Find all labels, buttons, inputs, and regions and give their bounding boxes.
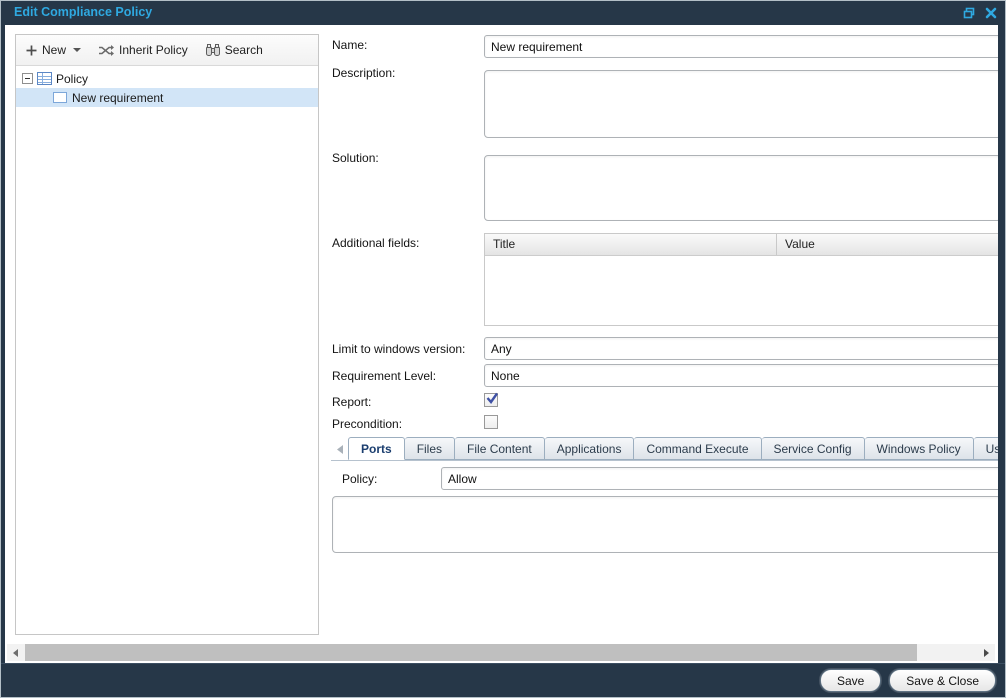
scrollbar-thumb[interactable] bbox=[25, 644, 917, 661]
arrow-right-icon[interactable] bbox=[978, 644, 995, 661]
name-label: Name: bbox=[332, 38, 367, 52]
tab-service-config[interactable]: Service Config bbox=[762, 437, 865, 460]
name-input[interactable] bbox=[484, 35, 998, 58]
ports-entries-textarea[interactable] bbox=[332, 496, 998, 553]
collapse-icon[interactable] bbox=[22, 73, 33, 84]
requirement-tab-strip: Ports Files File Content Applications Co… bbox=[331, 437, 998, 461]
inherit-policy-button[interactable]: Inherit Policy bbox=[97, 40, 190, 60]
tree-node-policy-label: Policy bbox=[56, 72, 88, 86]
report-label: Report: bbox=[332, 395, 371, 409]
report-checkbox[interactable] bbox=[484, 393, 498, 407]
shuffle-icon bbox=[99, 45, 114, 56]
additional-fields-body[interactable] bbox=[485, 256, 998, 325]
chevron-down-icon bbox=[73, 48, 81, 52]
tab-windows-policy[interactable]: Windows Policy bbox=[865, 437, 974, 460]
policy-tree: Policy New requirement bbox=[16, 66, 318, 107]
tree-node-new-requirement[interactable]: New requirement bbox=[16, 88, 318, 107]
restore-icon[interactable] bbox=[962, 6, 975, 19]
tab-files[interactable]: Files bbox=[405, 437, 455, 460]
tab-ports[interactable]: Ports bbox=[348, 437, 405, 460]
tree-node-new-requirement-label: New requirement bbox=[72, 91, 163, 105]
precondition-checkbox[interactable] bbox=[484, 415, 498, 429]
description-label: Description: bbox=[332, 66, 395, 80]
tree-node-policy[interactable]: Policy bbox=[16, 69, 318, 88]
table-icon bbox=[37, 72, 52, 85]
close-icon[interactable] bbox=[984, 6, 997, 19]
precondition-label: Precondition: bbox=[332, 417, 402, 431]
dialog-content: New Inherit Policy Search Policy bbox=[5, 25, 998, 663]
search-button-label: Search bbox=[225, 43, 263, 57]
new-button[interactable]: New bbox=[24, 40, 83, 60]
arrow-left-icon[interactable] bbox=[7, 644, 24, 661]
tab-user-right-constraint[interactable]: User Right Constraint bbox=[974, 437, 998, 460]
column-header-value[interactable]: Value bbox=[777, 234, 998, 255]
additional-fields-label: Additional fields: bbox=[332, 236, 419, 250]
requirement-tree-panel: New Inherit Policy Search Policy bbox=[15, 34, 319, 635]
horizontal-scrollbar[interactable] bbox=[7, 644, 995, 661]
edit-compliance-policy-dialog: Edit Compliance Policy New Inherit Poli bbox=[0, 0, 1006, 698]
additional-fields-table[interactable]: Title Value bbox=[484, 233, 998, 326]
inherit-policy-label: Inherit Policy bbox=[119, 43, 188, 57]
windows-version-combo[interactable] bbox=[484, 337, 998, 360]
dialog-title: Edit Compliance Policy bbox=[14, 5, 152, 19]
column-header-title[interactable]: Title bbox=[485, 234, 777, 255]
search-button[interactable]: Search bbox=[204, 40, 265, 60]
tab-applications[interactable]: Applications bbox=[545, 437, 635, 460]
policy-label: Policy: bbox=[342, 472, 377, 486]
description-textarea[interactable] bbox=[484, 70, 998, 138]
plus-icon bbox=[26, 45, 37, 56]
windows-version-label: Limit to windows version: bbox=[332, 342, 465, 356]
new-button-label: New bbox=[42, 43, 66, 57]
solution-label: Solution: bbox=[332, 151, 379, 165]
requirement-icon bbox=[53, 92, 67, 103]
check-icon bbox=[485, 391, 499, 405]
tab-file-content[interactable]: File Content bbox=[455, 437, 545, 460]
chevron-left-icon[interactable] bbox=[331, 438, 348, 460]
requirement-level-combo[interactable] bbox=[484, 364, 998, 387]
title-bar: Edit Compliance Policy bbox=[1, 1, 1005, 25]
tab-command-execute[interactable]: Command Execute bbox=[634, 437, 761, 460]
binoculars-icon bbox=[206, 44, 220, 56]
policy-combo[interactable] bbox=[441, 467, 998, 490]
tree-toolbar: New Inherit Policy Search bbox=[16, 35, 318, 66]
save-and-close-button[interactable]: Save & Close bbox=[889, 669, 996, 692]
dialog-footer: Save Save & Close bbox=[1, 663, 1005, 697]
save-button[interactable]: Save bbox=[820, 669, 881, 692]
additional-fields-header: Title Value bbox=[485, 234, 998, 256]
solution-textarea[interactable] bbox=[484, 155, 998, 221]
requirement-level-label: Requirement Level: bbox=[332, 369, 436, 383]
